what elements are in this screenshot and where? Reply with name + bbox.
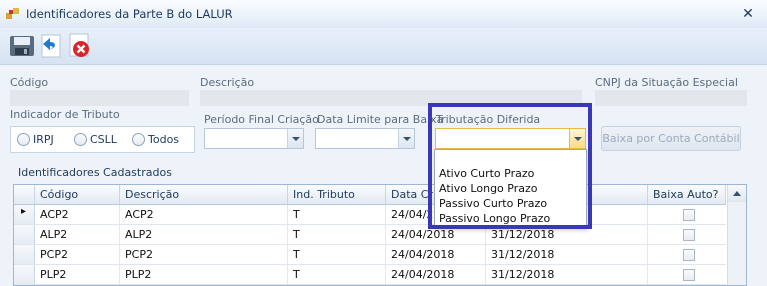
table-row[interactable]: ▸ ACP2 ACP2 T 24/04/2018: [14, 205, 726, 225]
row-selector[interactable]: [14, 225, 35, 244]
data-limite-combo[interactable]: [315, 128, 415, 149]
baixa-auto-checkbox[interactable]: [683, 269, 695, 281]
current-row-icon: ▸: [21, 206, 27, 217]
cell-data-criacao[interactable]: 24/04/2018: [386, 245, 486, 264]
data-limite-label: Data Limite para Baixa: [317, 113, 444, 126]
radio-circle-icon: [74, 133, 87, 146]
cell-ind-tributo[interactable]: T: [288, 225, 386, 244]
codigo-field[interactable]: [10, 90, 189, 106]
header-descricao[interactable]: Descrição: [120, 185, 288, 204]
tributacao-label: Tributação Diferida: [436, 113, 541, 126]
baixa-auto-checkbox[interactable]: [683, 229, 695, 241]
indicador-label: Indicador de Tributo: [10, 108, 120, 121]
row-selector[interactable]: [14, 265, 35, 284]
cell-ind-tributo[interactable]: T: [288, 265, 386, 284]
grid-header: Código Descrição Ind. Tributo Data Cria …: [14, 185, 726, 205]
header-codigo[interactable]: Código: [35, 185, 120, 204]
cell-descricao[interactable]: PLP2: [120, 265, 288, 284]
baixa-auto-checkbox[interactable]: [683, 209, 695, 221]
dropdown-item-passivo-curto[interactable]: Passivo Curto Prazo: [439, 197, 547, 211]
cell-data-limite[interactable]: 31/12/2018: [486, 265, 648, 284]
table-row[interactable]: ALP2 ALP2 T 24/04/2018 31/12/2018: [14, 225, 726, 245]
cell-ind-tributo[interactable]: T: [288, 205, 386, 224]
radio-circle-icon: [132, 133, 145, 146]
cell-ind-tributo[interactable]: T: [288, 245, 386, 264]
codigo-label: Código: [10, 76, 49, 89]
table-row[interactable]: PCP2 PCP2 T 24/04/2018 31/12/2018: [14, 245, 726, 265]
header-selector: [14, 185, 35, 204]
undo-icon[interactable]: [38, 32, 66, 60]
radio-circle-icon: [17, 133, 30, 146]
cell-descricao[interactable]: ALP2: [120, 225, 288, 244]
baixa-conta-contabil-button[interactable]: Baixa por Conta Contábil: [601, 126, 741, 151]
chevron-down-icon[interactable]: [569, 129, 585, 148]
radio-todos-label: Todos: [148, 133, 180, 146]
chevron-down-icon[interactable]: [287, 129, 303, 148]
close-icon[interactable]: ✕: [739, 5, 757, 23]
radio-irpj-label: IRPJ: [33, 133, 54, 146]
radio-csll-label: CSLL: [90, 133, 117, 146]
cell-codigo[interactable]: ALP2: [35, 225, 120, 244]
baixa-auto-checkbox[interactable]: [683, 249, 695, 261]
cell-descricao[interactable]: ACP2: [120, 205, 288, 224]
window-title: Identificadores da Parte B do LALUR: [26, 7, 233, 21]
app-icon: [6, 8, 19, 19]
descricao-label: Descrição: [200, 76, 255, 89]
header-ind-tributo[interactable]: Ind. Tributo: [288, 185, 386, 204]
table-row[interactable]: PLP2 PLP2 T 24/04/2018 31/12/2018: [14, 265, 726, 285]
title-bar: Identificadores da Parte B do LALUR ✕: [0, 0, 767, 29]
scroll-up-icon[interactable]: [728, 185, 746, 202]
cell-descricao[interactable]: PCP2: [120, 245, 288, 264]
row-selector[interactable]: [14, 245, 35, 264]
delete-icon[interactable]: [66, 32, 94, 60]
descricao-field[interactable]: [200, 90, 582, 106]
cnpj-label: CNPJ da Situação Especial: [595, 76, 738, 89]
cell-data-limite[interactable]: 31/12/2018: [486, 245, 648, 264]
identificadores-grid: Código Descrição Ind. Tributo Data Cria …: [13, 184, 747, 286]
periodo-label: Período Final Criação: [204, 113, 319, 126]
save-icon[interactable]: [8, 32, 36, 60]
indicador-radio-group: IRPJ CSLL Todos: [10, 126, 195, 153]
vertical-scrollbar[interactable]: [727, 185, 746, 285]
cnpj-field[interactable]: [595, 90, 747, 106]
dropdown-item-ativo-longo[interactable]: Ativo Longo Prazo: [439, 182, 538, 196]
cell-codigo[interactable]: PCP2: [35, 245, 120, 264]
header-baixa-auto[interactable]: Baixa Auto?: [648, 185, 726, 204]
tributacao-dropdown-list: Ativo Curto Prazo Ativo Longo Prazo Pass…: [434, 149, 587, 229]
group-title: Identificadores Cadastrados: [18, 166, 172, 179]
dropdown-item-passivo-longo[interactable]: Passivo Longo Prazo: [439, 212, 550, 226]
dropdown-item-ativo-curto[interactable]: Ativo Curto Prazo: [439, 167, 534, 181]
toolbar: [0, 28, 767, 65]
row-selector[interactable]: ▸: [14, 205, 35, 224]
cell-codigo[interactable]: ACP2: [35, 205, 120, 224]
periodo-combo[interactable]: [204, 128, 304, 149]
cell-data-criacao[interactable]: 24/04/2018: [386, 265, 486, 284]
cell-codigo[interactable]: PLP2: [35, 265, 120, 284]
chevron-down-icon[interactable]: [398, 129, 414, 148]
tributacao-combo[interactable]: [435, 128, 586, 149]
